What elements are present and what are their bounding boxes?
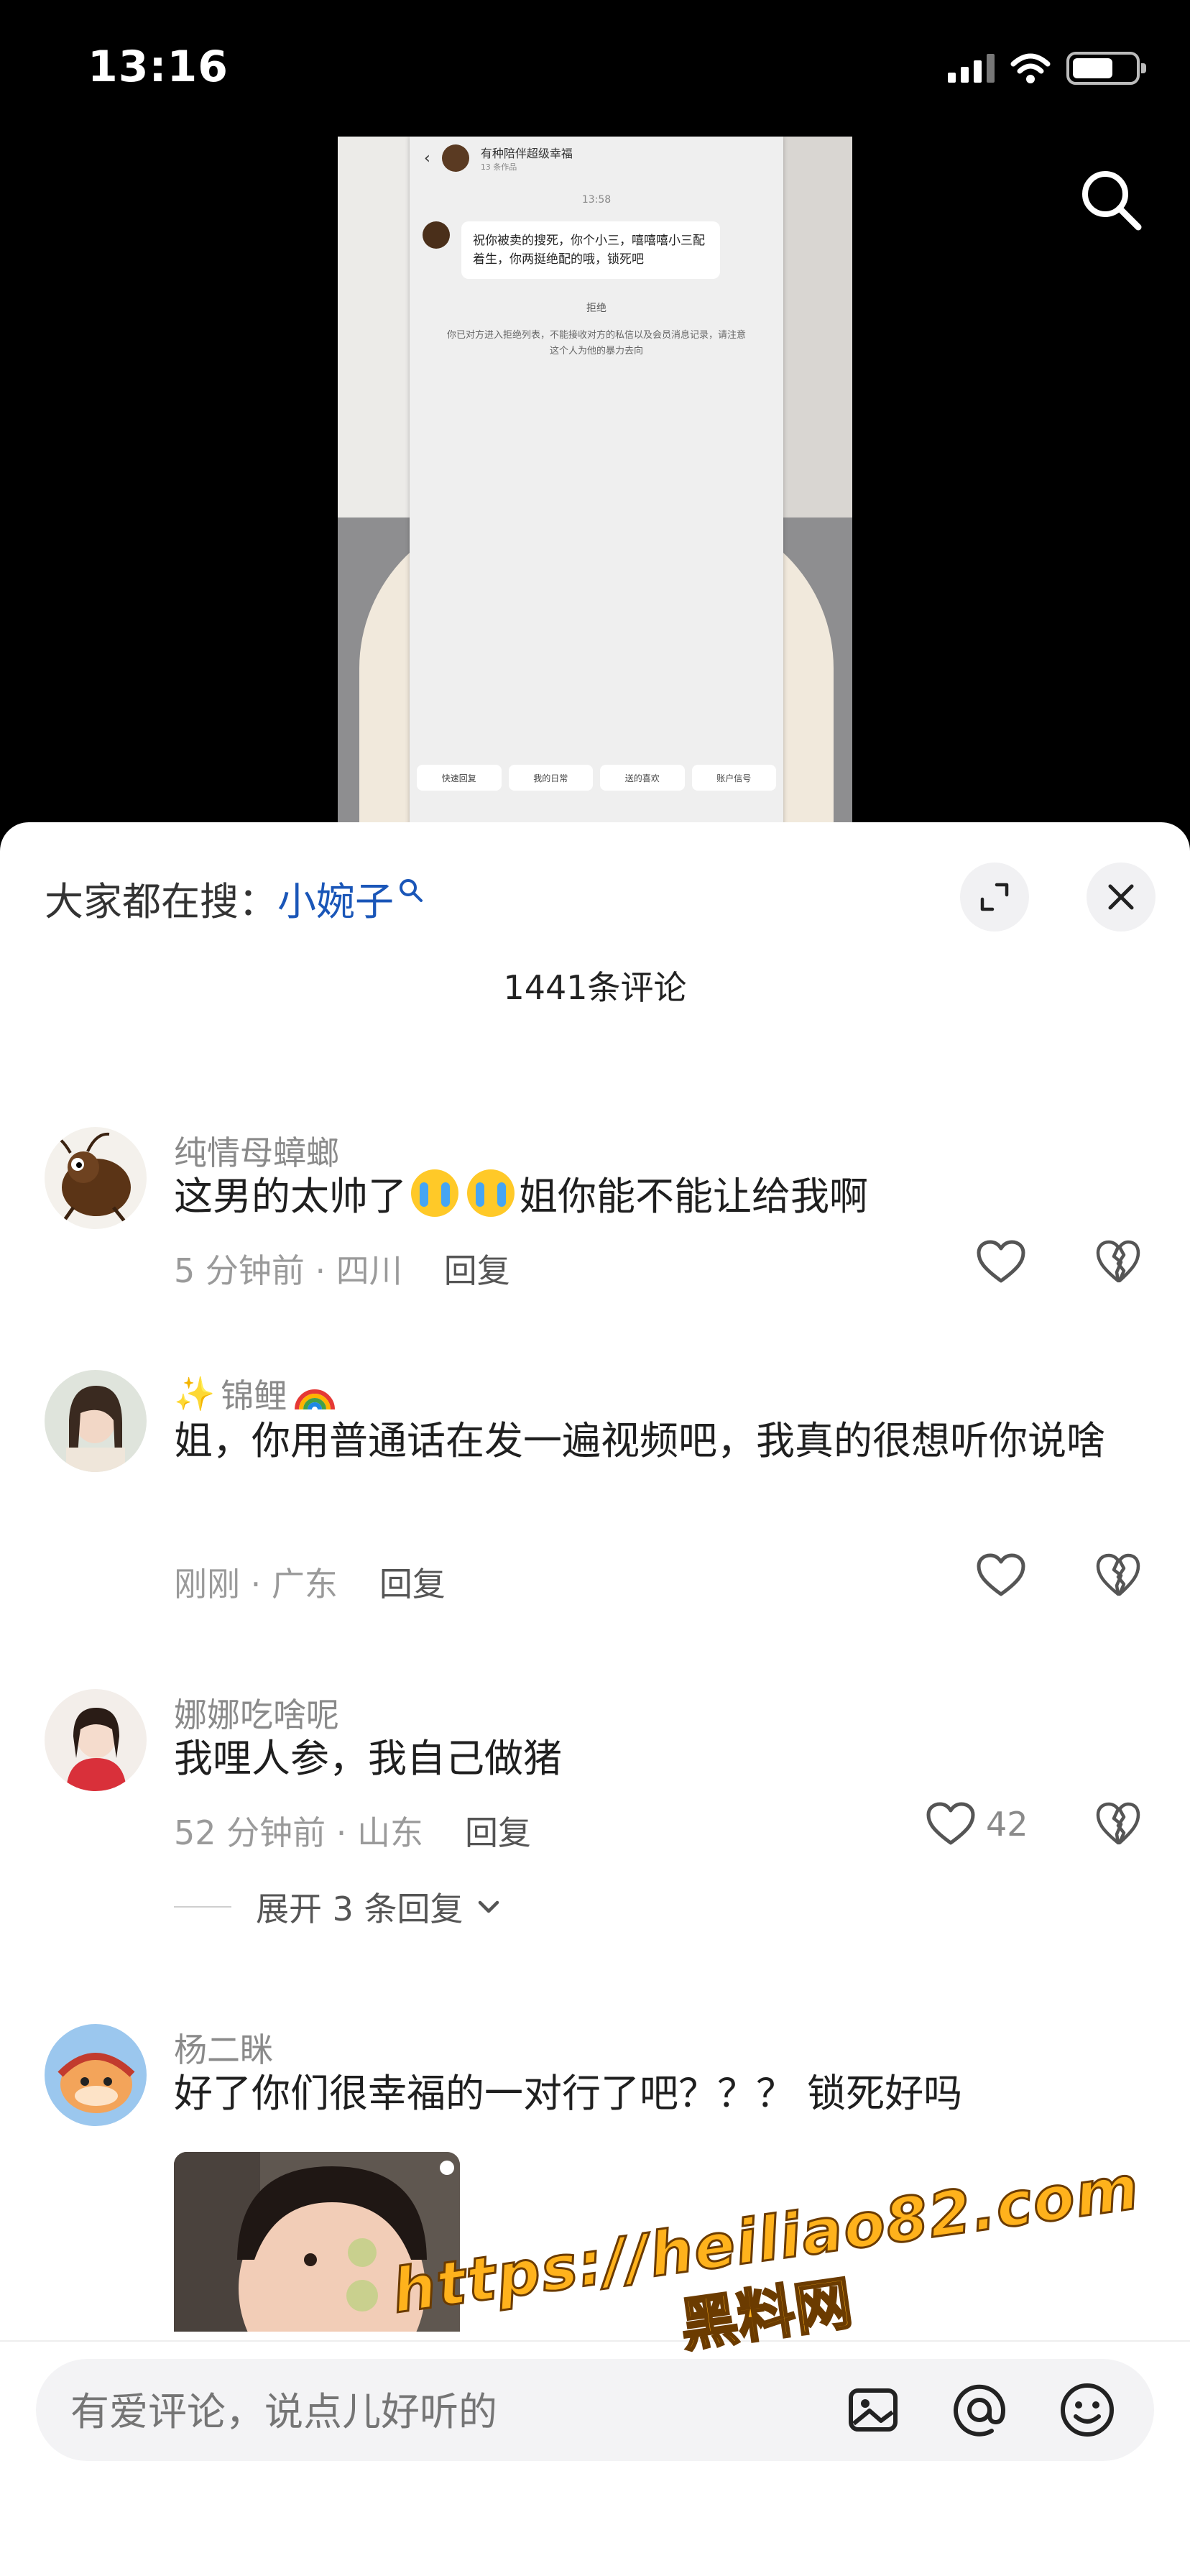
heart-icon <box>977 1553 1025 1596</box>
reply-button[interactable]: 回复 <box>465 1813 531 1852</box>
image-icon[interactable] <box>841 2378 905 2442</box>
expand-icon <box>980 883 1009 911</box>
chat-quick-replies: 快速回复 我的日常 送的喜欢 账户信号 <box>417 765 776 791</box>
video-frame: ‹ 有种陪伴超级幸福 13 条作品 13:58 祝你被卖的搜死，你个小三，嘻嘻嘻… <box>338 137 852 827</box>
expand-replies-button[interactable]: 展开 3 条回复 <box>174 1883 501 1931</box>
cellular-signal-icon <box>948 54 995 83</box>
close-panel-button[interactable] <box>1087 862 1156 932</box>
avatar[interactable] <box>45 1127 147 1229</box>
search-icon <box>400 878 423 902</box>
comment-time-location: 52 分钟前 · 山东 <box>174 1813 424 1852</box>
comment-meta: 刚刚 · 广东 回复 <box>174 1558 446 1606</box>
chevron-down-icon <box>478 1900 499 1913</box>
like-button[interactable]: 42 <box>926 1801 1028 1847</box>
trending-prefix: 大家都在搜： <box>45 879 277 924</box>
trending-keyword[interactable]: 小婉子 <box>277 870 394 926</box>
comment-meta: 5 分钟前 · 四川 回复 <box>174 1245 510 1292</box>
comment-text: 我哩人参，我自己做猪 <box>174 1736 562 1781</box>
dislike-button[interactable] <box>1095 1801 1141 1850</box>
comment-input[interactable] <box>70 2389 861 2434</box>
comment-count: 1441条评论 <box>503 968 687 1007</box>
avatar[interactable] <box>45 1689 147 1791</box>
expand-panel-button[interactable] <box>960 862 1029 932</box>
heart-icon <box>977 1240 1025 1283</box>
comment-time-location: 刚刚 · 广东 <box>174 1565 338 1604</box>
chat-avatar <box>441 144 469 172</box>
video-chat-screenshot: ‹ 有种陪伴超级幸福 13 条作品 13:58 祝你被卖的搜死，你个小三，嘻嘻嘻… <box>410 137 783 827</box>
crying-emoji-icon <box>411 1169 458 1217</box>
broken-heart-icon <box>1096 1240 1140 1283</box>
comment-time-location: 5 分钟前 · 四川 <box>174 1251 402 1290</box>
close-icon <box>1108 884 1134 910</box>
video-player[interactable]: ‹ 有种陪伴超级幸福 13 条作品 13:58 祝你被卖的搜死，你个小三，嘻嘻嘻… <box>0 137 1190 827</box>
dislike-button[interactable] <box>1095 1239 1141 1288</box>
divider-line <box>174 1906 231 1908</box>
broken-heart-icon <box>1096 1553 1140 1596</box>
quick-reply: 送的喜欢 <box>600 765 685 791</box>
like-button[interactable] <box>976 1552 1026 1598</box>
battery-icon <box>1066 52 1146 85</box>
emoji-icon[interactable] <box>1055 2378 1120 2442</box>
crying-emoji-icon <box>467 1169 515 1217</box>
chat-message: 祝你被卖的搜死，你个小三，嘻嘻嘻小三配着生，你两挺绝配的哦，锁死吧 <box>423 221 783 279</box>
chat-bubble: 祝你被卖的搜死，你个小三，嘻嘻嘻小三配着生，你两挺绝配的哦，锁死吧 <box>461 221 720 279</box>
avatar[interactable] <box>45 2024 147 2126</box>
comment-text: 好了你们很幸福的一对行了吧？？？ 锁死好吗 <box>174 2071 963 2116</box>
comment-text: 这男的太帅了 姐你能不能让给我啊 <box>174 1162 1166 1232</box>
chat-time: 13:58 <box>581 194 612 206</box>
dislike-button[interactable] <box>1095 1552 1141 1601</box>
at-icon[interactable] <box>947 2378 1012 2442</box>
status-icons <box>948 52 1146 85</box>
avatar[interactable] <box>45 1370 147 1472</box>
comment-text: 姐，你用普通话在发一遍视频吧，我真的很想听你说啥 <box>174 1418 1105 1463</box>
quick-reply: 账户信号 <box>691 765 776 791</box>
status-time: 13:16 <box>88 42 229 92</box>
search-icon[interactable] <box>1075 164 1147 236</box>
chat-note: 你已对方进入拒绝列表，不能接收对方的私信以及会员消息记录，请注意这个人为他的暴力… <box>446 330 746 356</box>
heart-icon <box>926 1802 975 1845</box>
chat-header: ‹ 有种陪伴超级幸福 13 条作品 <box>410 137 783 180</box>
status-bar: 13:16 <box>0 0 1190 137</box>
wifi-icon <box>1010 53 1051 83</box>
chat-title: 有种陪伴超级幸福 <box>480 147 573 160</box>
like-button[interactable] <box>976 1239 1026 1285</box>
like-count: 42 <box>986 1805 1028 1844</box>
comment-text-part: 姐你能不能让给我啊 <box>519 1174 868 1219</box>
quick-reply: 快速回复 <box>417 765 502 791</box>
expand-replies-label: 展开 3 条回复 <box>256 1890 463 1928</box>
comment-meta: 52 分钟前 · 山东 回复 <box>174 1807 531 1854</box>
broken-heart-icon <box>1096 1802 1140 1845</box>
chat-subtitle: 13 条作品 <box>480 162 517 172</box>
reply-button[interactable]: 回复 <box>444 1251 510 1290</box>
chat-label: 拒绝 <box>586 303 606 314</box>
trending-search[interactable]: 大家都在搜： 小婉子 <box>45 870 425 926</box>
quick-reply: 我的日常 <box>508 765 593 791</box>
reply-button[interactable]: 回复 <box>379 1565 446 1604</box>
comment-text-part: 这男的太帅了 <box>174 1174 407 1219</box>
